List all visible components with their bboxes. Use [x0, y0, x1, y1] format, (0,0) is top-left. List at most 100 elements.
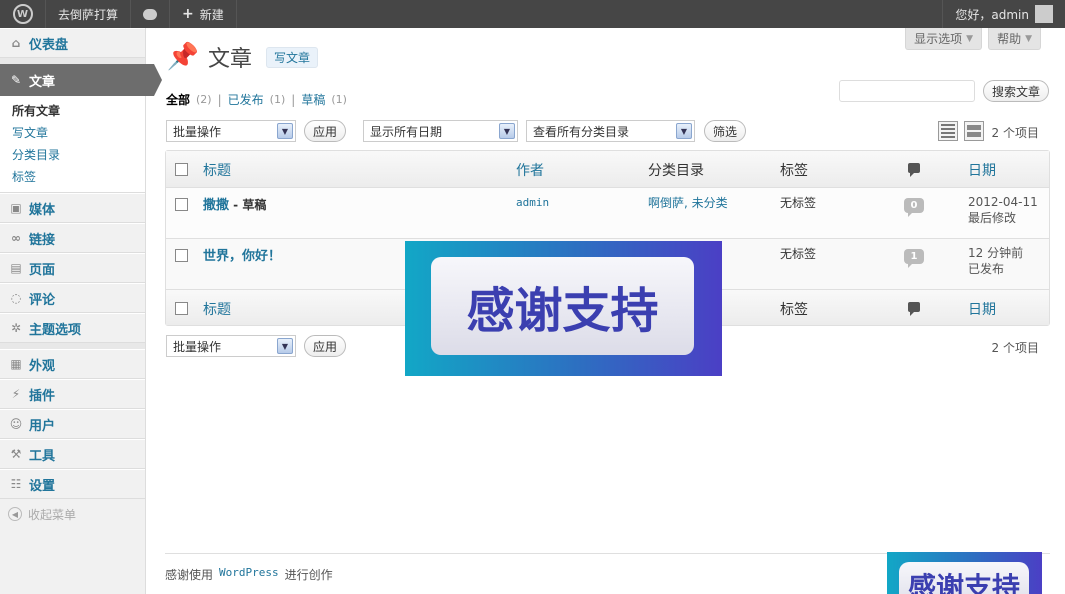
menu-item-users[interactable]: ☺ 用户 [0, 409, 145, 439]
my-account-button[interactable]: 您好，admin [942, 0, 1065, 28]
table-row: 撒撒 - 草稿 admin 啊倒萨, 未分类 无标签 0 2012-04-11 … [166, 187, 1049, 238]
media-icon: ▣ [10, 201, 22, 215]
menu-item-posts[interactable]: ✎ 文章 [0, 64, 162, 96]
post-title-link[interactable]: 世界，你好！ [203, 249, 281, 264]
help-tab[interactable]: 帮助 ▼ [988, 28, 1041, 50]
submenu-item-all-posts[interactable]: 所有文章 [12, 100, 145, 122]
menu-item-settings[interactable]: ☷ 设置 [0, 469, 145, 499]
filter-draft[interactable]: 草稿 [301, 91, 325, 108]
post-categories[interactable]: 啊倒萨, 未分类 [648, 194, 728, 211]
filter-published[interactable]: 已发布 [228, 91, 264, 108]
filter-published-count: (1) [269, 93, 286, 106]
select-all-checkbox[interactable] [175, 163, 188, 176]
screen-options-tab[interactable]: 显示选项 ▼ [905, 28, 983, 50]
filter-all[interactable]: 全部 [166, 91, 190, 108]
menu-item-plugins[interactable]: ⚡ 插件 [0, 379, 145, 409]
tools-icon: ⚒ [10, 447, 22, 461]
column-categories: 分类目录 [648, 163, 704, 179]
wordpress-link[interactable]: WordPress [219, 566, 279, 583]
status-filters: 全部 (2) | 已发布 (1) | 草稿 (1) [166, 91, 347, 108]
collapse-arrow-icon: ◀ [8, 507, 22, 521]
column-title-footer[interactable]: 标题 [203, 299, 231, 319]
post-title-cell: 撒撒 - 草稿 [203, 194, 266, 213]
menu-item-dashboard[interactable]: ⌂ 仪表盘 [0, 28, 145, 58]
menu-label: 文章 [29, 74, 56, 90]
row-checkbox[interactable] [175, 198, 188, 211]
column-date-footer[interactable]: 日期 [968, 299, 996, 319]
add-new-post-button[interactable]: 写文章 [266, 46, 319, 68]
link-icon: ∞ [11, 231, 21, 245]
post-title-link[interactable]: 撒撒 [203, 198, 229, 213]
submenu-item-categories[interactable]: 分类目录 [12, 144, 145, 166]
chevron-down-icon: ▼ [499, 123, 515, 139]
thanks-banner-image-small: 感谢支持 [887, 552, 1042, 594]
wordpress-logo-button[interactable]: W [0, 0, 46, 28]
bulk-action-select-bottom[interactable]: 批量操作 ▼ [166, 335, 296, 357]
excerpt-view-icon[interactable] [964, 121, 984, 141]
column-title[interactable]: 标题 [203, 160, 231, 180]
select-all-checkbox-footer[interactable] [175, 302, 188, 315]
submenu-item-add-new[interactable]: 写文章 [12, 122, 145, 144]
menu-label: 页面 [29, 262, 56, 278]
post-date-status: 已发布 [968, 262, 1005, 276]
category-filter-value: 查看所有分类目录 [533, 124, 630, 139]
pushpin-icon: 📌 [166, 42, 200, 72]
date-filter-value: 显示所有日期 [370, 124, 443, 139]
post-date-status: 最后修改 [968, 211, 1017, 225]
settings-icon: ☷ [10, 477, 22, 491]
search-input[interactable] [839, 80, 975, 102]
chevron-down-icon: ▼ [277, 123, 293, 139]
comment-count-badge[interactable]: 0 [904, 198, 924, 217]
search-posts-button[interactable]: 搜索文章 [983, 80, 1050, 102]
new-content-button[interactable]: + 新建 [170, 0, 237, 28]
item-count-bottom: 2 个项目 [991, 341, 1039, 355]
date-filter-select[interactable]: 显示所有日期 ▼ [363, 120, 518, 142]
thanks-banner-text-small: 感谢支持 [899, 562, 1029, 594]
collapse-menu-button[interactable]: ◀ 收起菜单 [0, 499, 145, 529]
site-name-link[interactable]: 去倒萨打算 [46, 0, 132, 28]
comment-column-icon-footer[interactable] [908, 302, 920, 316]
bulk-action-value: 批量操作 [173, 339, 222, 354]
menu-item-theme-options[interactable]: ✲ 主题选项 [0, 313, 145, 343]
chevron-down-icon: ▼ [1025, 33, 1032, 44]
apply-button-top[interactable]: 应用 [304, 120, 346, 142]
plus-icon: + [182, 6, 194, 22]
filter-all-count: (2) [196, 93, 212, 106]
menu-item-tools[interactable]: ⚒ 工具 [0, 439, 145, 469]
pages-icon: ▤ [10, 261, 22, 275]
submenu-item-tags[interactable]: 标签 [12, 166, 145, 188]
divider: | [217, 92, 222, 107]
menu-item-links[interactable]: ∞ 链接 [0, 223, 145, 253]
bulk-action-select-top[interactable]: 批量操作 ▼ [166, 120, 296, 142]
plug-icon: ⚡ [11, 387, 21, 401]
admin-bar: W 去倒萨打算 + 新建 您好，admin [0, 0, 1065, 28]
screen-options-label: 显示选项 [914, 32, 963, 46]
list-view-icon[interactable] [938, 121, 958, 141]
category-filter-select[interactable]: 查看所有分类目录 ▼ [526, 120, 695, 142]
row-checkbox[interactable] [175, 249, 188, 262]
filter-draft-count: (1) [331, 93, 347, 106]
table-header: 标题 作者 分类目录 标签 日期 [166, 151, 1049, 187]
comment-count-badge[interactable]: 1 [904, 249, 924, 268]
post-title-cell: 世界，你好！ [203, 245, 281, 264]
menu-label: 主题选项 [29, 322, 82, 338]
menu-item-media[interactable]: ▣ 媒体 [0, 193, 145, 223]
menu-label: 评论 [29, 292, 56, 308]
post-date-cell: 12 分钟前 已发布 [968, 245, 1023, 277]
users-icon: ☺ [9, 417, 23, 431]
filter-button[interactable]: 筛选 [704, 120, 746, 142]
menu-item-comments[interactable]: ◌ 评论 [0, 283, 145, 313]
comments-button[interactable] [131, 0, 171, 28]
menu-item-appearance[interactable]: ▦ 外观 [0, 349, 145, 379]
apply-button-bottom[interactable]: 应用 [304, 335, 346, 357]
post-author-link[interactable]: admin [516, 196, 549, 209]
chevron-down-icon: ▼ [277, 338, 293, 354]
menu-label: 插件 [29, 388, 56, 404]
comment-column-icon[interactable] [908, 163, 920, 177]
column-date[interactable]: 日期 [968, 160, 996, 180]
menu-item-pages[interactable]: ▤ 页面 [0, 253, 145, 283]
comments-icon: ◌ [10, 291, 22, 305]
page-title: 文章 [208, 47, 253, 72]
pushpin-icon: ✎ [10, 73, 22, 87]
wordpress-icon: W [12, 4, 33, 24]
